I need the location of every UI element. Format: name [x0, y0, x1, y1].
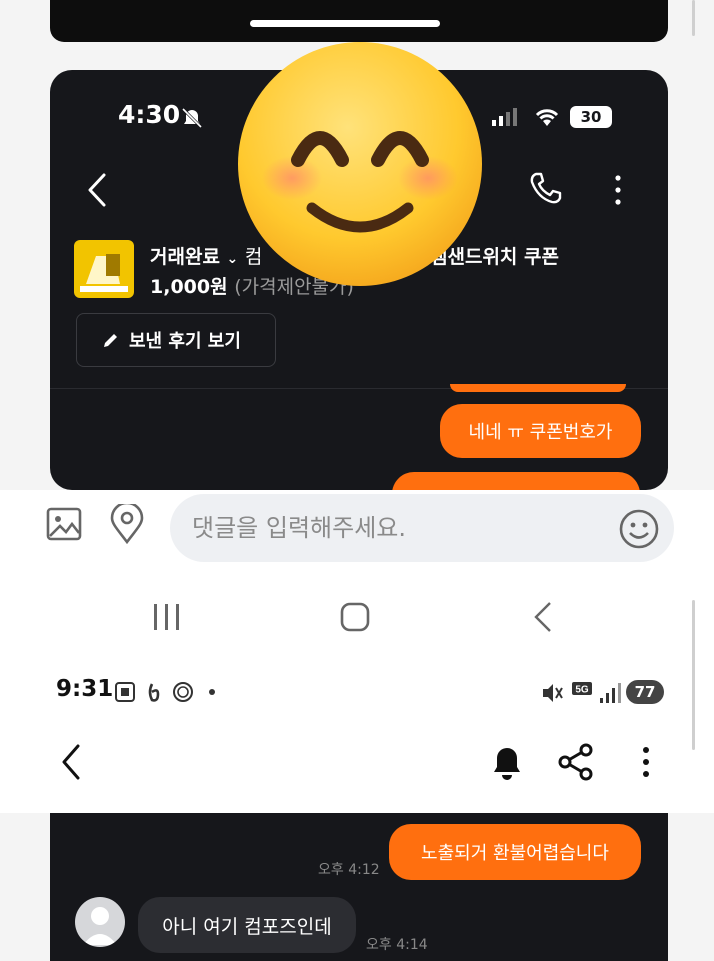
- location-pin-icon[interactable]: [108, 504, 146, 544]
- message-bubble-out: 네네 ㅠ 쿠폰번호가: [440, 404, 641, 458]
- bell-icon[interactable]: [488, 742, 526, 782]
- more-icon[interactable]: [612, 172, 624, 208]
- message-bubble-in: 아니 여기 컴포즈인데: [138, 897, 356, 953]
- message-bubble-out: 노출되거 환불어렵습니다: [389, 824, 641, 880]
- back-icon-lower[interactable]: [58, 742, 82, 782]
- home-indicator[interactable]: [250, 20, 440, 27]
- status-time-lower: 9:31: [56, 676, 114, 702]
- message-bubble-partial: [392, 472, 640, 490]
- pencil-icon: [104, 334, 117, 347]
- image-icon[interactable]: [46, 506, 82, 542]
- message-time: 오후 4:12: [318, 862, 380, 878]
- battery-indicator: 77: [626, 680, 664, 704]
- emoji-icon[interactable]: [618, 508, 660, 550]
- mute-bell-icon: [181, 107, 203, 129]
- network-label: 5G: [575, 685, 589, 696]
- message-bubble-cut: [450, 384, 626, 392]
- status-icons-left: [115, 682, 215, 702]
- status-icons-right: 5G: [543, 682, 621, 703]
- avatar[interactable]: [75, 897, 125, 947]
- scrollbar-top[interactable]: [692, 0, 695, 36]
- comment-input[interactable]: [170, 494, 674, 562]
- battery-icon: 30: [570, 106, 612, 128]
- recent-apps-icon[interactable]: [150, 602, 184, 632]
- back-icon[interactable]: [86, 172, 110, 208]
- smiling-face-emoji-icon: [238, 42, 482, 286]
- wifi-icon: [535, 109, 559, 126]
- more-icon-lower[interactable]: [640, 742, 652, 782]
- home-icon[interactable]: [338, 600, 372, 634]
- scrollbar[interactable]: [692, 600, 695, 750]
- nav-back-icon[interactable]: [530, 600, 554, 634]
- message-time: 오후 4:14: [366, 937, 428, 953]
- status-time: 4:30: [118, 100, 181, 129]
- signal-icon: [492, 108, 517, 126]
- share-icon[interactable]: [556, 742, 596, 782]
- product-thumbnail[interactable]: [74, 240, 134, 298]
- phone-icon[interactable]: [528, 170, 564, 206]
- sent-review-button[interactable]: 보낸 후기 보기: [76, 313, 276, 367]
